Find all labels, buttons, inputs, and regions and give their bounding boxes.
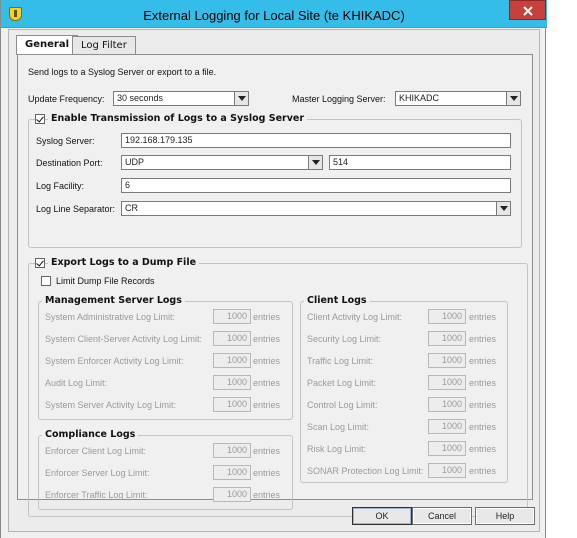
- log-line-separator-label: Log Line Separator:: [36, 204, 116, 214]
- entries-label: entries: [469, 334, 497, 344]
- syslog-group-title: Enable Transmission of Logs to a Syslog …: [48, 113, 308, 124]
- management-log-label: Audit Log Limit:: [45, 378, 108, 388]
- entries-label: entries: [469, 356, 497, 366]
- compliance-log-label: Enforcer Traffic Log Limit:: [45, 490, 148, 500]
- management-log-input[interactable]: 1000: [213, 331, 251, 346]
- client-log-input[interactable]: 1000: [428, 419, 466, 434]
- log-facility-label: Log Facility:: [36, 181, 85, 191]
- compliance-log-input[interactable]: 1000: [213, 443, 251, 458]
- export-dump-checkbox[interactable]: [35, 258, 45, 268]
- client-log-label: Risk Log Limit:: [307, 444, 367, 454]
- entries-label: entries: [253, 378, 281, 388]
- limit-dump-records-label: Limit Dump File Records: [56, 276, 155, 286]
- entries-label: entries: [469, 378, 497, 388]
- management-log-input[interactable]: 1000: [213, 375, 251, 390]
- syslog-server-input[interactable]: 192.168.179.135: [121, 133, 511, 148]
- management-log-label: System Administrative Log Limit:: [45, 312, 176, 322]
- syslog-server-label: Syslog Server:: [36, 136, 95, 146]
- chevron-down-icon[interactable]: [496, 202, 510, 215]
- client-log-label: Control Log Limit:: [307, 400, 378, 410]
- management-log-input[interactable]: 1000: [213, 397, 251, 412]
- close-icon: [523, 6, 533, 16]
- tab-log-filter[interactable]: Log Filter: [72, 36, 136, 54]
- destination-port-label: Destination Port:: [36, 158, 103, 168]
- dump-group-title: Export Logs to a Dump File: [48, 257, 200, 268]
- destination-port-input[interactable]: 514: [329, 155, 511, 170]
- client-log-label: Security Log Limit:: [307, 334, 382, 344]
- title-bar[interactable]: External Logging for Local Site (te KHIK…: [1, 0, 547, 28]
- client-log-input[interactable]: 1000: [428, 353, 466, 368]
- client-log-input[interactable]: 1000: [428, 397, 466, 412]
- client-log-input[interactable]: 1000: [428, 463, 466, 478]
- update-frequency-select[interactable]: 30 seconds: [113, 91, 249, 106]
- help-button[interactable]: Help: [475, 507, 535, 525]
- window-title: External Logging for Local Site (te KHIK…: [143, 8, 405, 23]
- entries-label: entries: [469, 444, 497, 454]
- chevron-down-icon[interactable]: [506, 92, 520, 105]
- protocol-select[interactable]: UDP: [121, 155, 323, 170]
- compliance-log-label: Enforcer Client Log Limit:: [45, 446, 147, 456]
- protocol-value: UDP: [125, 157, 145, 167]
- ok-button[interactable]: OK: [352, 507, 412, 525]
- general-panel: Send logs to a Syslog Server or export t…: [17, 54, 533, 517]
- log-line-separator-value: CR: [125, 203, 138, 213]
- chevron-down-icon[interactable]: [234, 92, 248, 105]
- dialog-body: General Log Filter Send logs to a Syslog…: [8, 29, 540, 532]
- compliance-logs-group: Compliance Logs Enforcer Client Log Limi…: [38, 429, 293, 510]
- client-log-input[interactable]: 1000: [428, 309, 466, 324]
- client-log-label: Packet Log Limit:: [307, 378, 377, 388]
- client-log-label: SONAR Protection Log Limit:: [307, 466, 424, 476]
- entries-label: entries: [469, 400, 497, 410]
- entries-label: entries: [469, 466, 497, 476]
- update-frequency-label: Update Frequency:: [28, 94, 105, 104]
- management-logs-group: Management Server Logs System Administra…: [38, 295, 293, 420]
- entries-label: entries: [253, 334, 281, 344]
- management-log-label: System Client-Server Activity Log Limit:: [45, 334, 203, 344]
- client-log-label: Client Activity Log Limit:: [307, 312, 403, 322]
- entries-label: entries: [253, 312, 281, 322]
- log-facility-input[interactable]: 6: [121, 178, 511, 193]
- entries-label: entries: [253, 400, 281, 410]
- tab-general[interactable]: General: [16, 35, 78, 55]
- chevron-down-icon[interactable]: [308, 156, 322, 169]
- client-log-input[interactable]: 1000: [428, 331, 466, 346]
- client-logs-group: Client Logs Client Activity Log Limit: 1…: [300, 295, 508, 483]
- close-button[interactable]: [509, 0, 546, 20]
- log-line-separator-select[interactable]: CR: [121, 201, 511, 216]
- compliance-log-input[interactable]: 1000: [213, 487, 251, 502]
- master-logging-server-select[interactable]: KHIKADC: [395, 91, 521, 106]
- compliance-logs-title: Compliance Logs: [42, 429, 139, 440]
- management-log-label: System Enforcer Activity Log Limit:: [45, 356, 184, 366]
- entries-label: entries: [469, 312, 497, 322]
- intro-text: Send logs to a Syslog Server or export t…: [28, 67, 217, 77]
- entries-label: entries: [253, 356, 281, 366]
- entries-label: entries: [253, 446, 281, 456]
- client-logs-title: Client Logs: [304, 295, 370, 306]
- limit-dump-records-checkbox[interactable]: [41, 276, 51, 286]
- dialog-window: External Logging for Local Site (te KHIK…: [0, 0, 547, 538]
- entries-label: entries: [253, 468, 281, 478]
- management-log-input[interactable]: 1000: [213, 309, 251, 324]
- compliance-log-input[interactable]: 1000: [213, 465, 251, 480]
- client-log-label: Scan Log Limit:: [307, 422, 370, 432]
- cancel-button[interactable]: Cancel: [412, 507, 472, 525]
- master-logging-server-value: KHIKADC: [399, 93, 440, 103]
- management-log-input[interactable]: 1000: [213, 353, 251, 368]
- client-log-input[interactable]: 1000: [428, 375, 466, 390]
- update-frequency-value: 30 seconds: [117, 93, 164, 103]
- management-logs-title: Management Server Logs: [42, 295, 185, 306]
- compliance-log-label: Enforcer Server Log Limit:: [45, 468, 150, 478]
- client-log-input[interactable]: 1000: [428, 441, 466, 456]
- dump-file-group: Export Logs to a Dump File Limit Dump Fi…: [28, 257, 528, 517]
- management-log-label: System Server Activity Log Limit:: [45, 400, 177, 410]
- client-log-label: Traffic Log Limit:: [307, 356, 374, 366]
- syslog-group: Enable Transmission of Logs to a Syslog …: [28, 113, 522, 248]
- entries-label: entries: [253, 490, 281, 500]
- master-logging-server-label: Master Logging Server:: [292, 94, 386, 104]
- enable-syslog-checkbox[interactable]: [35, 114, 45, 124]
- entries-label: entries: [469, 422, 497, 432]
